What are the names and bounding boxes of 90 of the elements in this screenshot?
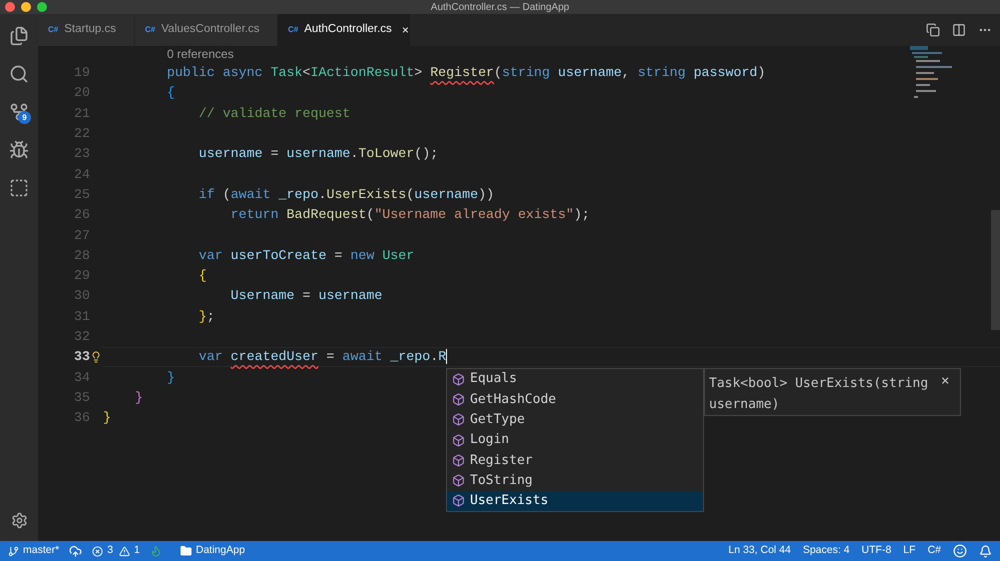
line-number: 23 — [74, 146, 90, 162]
codelens-references[interactable]: 0 references — [167, 47, 234, 61]
method-icon — [452, 474, 465, 488]
editor-tab[interactable]: C# ValuesController.cs — [135, 14, 278, 46]
status-item[interactable]: Spaces: 4 — [802, 543, 850, 559]
code-line: } — [134, 388, 143, 407]
line-number: 20 — [74, 85, 90, 100]
tab-label: ValuesController.cs — [161, 22, 260, 38]
status-item[interactable]: LF — [903, 543, 916, 559]
folder-icon — [180, 545, 192, 557]
line-number: 21 — [74, 106, 90, 121]
suggestion-item[interactable]: Equals — [447, 369, 703, 390]
method-icon — [452, 372, 465, 386]
debug-icon[interactable] — [9, 140, 29, 160]
lightbulb-icon[interactable] — [90, 351, 102, 364]
method-signature: Task<bool> UserExists(string username) — [708, 375, 930, 414]
suggestion-item[interactable]: GetHashCode — [447, 389, 703, 410]
editor-tab[interactable]: C# AuthController.cs × — [278, 14, 410, 46]
warnings-status[interactable]: 1 — [119, 543, 140, 559]
editor-tab[interactable]: C# Startup.cs — [38, 14, 135, 46]
line-number: 24 — [74, 166, 90, 182]
tab-label: Startup.cs — [64, 22, 116, 38]
code-line: { — [166, 84, 175, 102]
line-number: 22 — [74, 126, 90, 142]
branch-status[interactable]: master* — [8, 543, 60, 559]
line-number: 36 — [74, 410, 90, 426]
window-title: AuthController.cs — DatingApp — [430, 0, 570, 14]
line-number: 33 — [74, 349, 90, 364]
folder-status[interactable]: DatingApp — [180, 543, 245, 559]
line-number: 30 — [74, 288, 90, 304]
tab-label: AuthController.cs — [304, 22, 392, 38]
smiley-icon[interactable] — [953, 544, 967, 558]
suggestion-item[interactable]: UserExists — [447, 490, 703, 512]
sync-icon[interactable] — [69, 544, 82, 558]
source-control-icon[interactable] — [9, 102, 29, 122]
files-icon[interactable] — [9, 26, 29, 46]
code-line: if (await _repo.UserExists(username)) — [198, 186, 494, 204]
close-detail-button[interactable]: × — [941, 369, 950, 415]
extensions-icon[interactable] — [9, 178, 29, 198]
line-number: 29 — [74, 268, 90, 284]
method-icon — [452, 434, 465, 447]
close-window-button[interactable] — [5, 2, 15, 12]
suggestion-item[interactable]: GetType — [447, 410, 703, 430]
line-number: 32 — [74, 329, 90, 344]
line-number: 25 — [74, 186, 90, 202]
line-number: 26 — [74, 207, 90, 222]
csharp-label: C# — [288, 24, 298, 36]
method-icon — [452, 454, 465, 467]
line-number: 19 — [74, 65, 90, 80]
status-item[interactable]: UTF-8 — [862, 543, 892, 559]
code-line: var createdUser = await _repo.R — [198, 348, 448, 366]
suggestion-item[interactable]: Register — [447, 450, 703, 470]
status-item[interactable]: Ln 33, Col 44 — [728, 543, 791, 559]
settings-icon[interactable] — [10, 512, 28, 529]
zoom-window-button[interactable] — [37, 2, 47, 12]
code-line: } — [103, 409, 111, 428]
code-line: { — [198, 267, 207, 286]
search-icon[interactable] — [9, 64, 29, 84]
split-editor-icon[interactable] — [952, 23, 966, 37]
line-number: 28 — [74, 248, 90, 263]
warning-icon — [119, 546, 130, 556]
method-icon — [452, 392, 465, 406]
line-number: 31 — [74, 308, 90, 324]
scrollbar-thumb[interactable] — [991, 210, 1000, 330]
method-icon — [452, 494, 465, 508]
code-line: return BadRequest("Username already exists"); — [230, 206, 590, 224]
notification-badge: 9 — [18, 111, 31, 124]
close-tab-button[interactable]: × — [402, 21, 409, 39]
errors-status[interactable]: 3 — [92, 543, 114, 559]
method-icon — [452, 413, 465, 426]
code-line: username = username.ToLower(); — [198, 145, 438, 164]
line-number: 34 — [74, 370, 90, 385]
code-line: } — [166, 368, 175, 387]
code-line: Username = username — [230, 287, 382, 306]
code-line: // validate request — [198, 104, 350, 123]
open-changes-icon[interactable] — [926, 23, 940, 37]
suggestion-item[interactable]: ToString — [447, 470, 703, 491]
branch-icon — [8, 546, 19, 556]
line-number: 27 — [74, 228, 90, 243]
minimize-window-button[interactable] — [21, 2, 31, 12]
code-line: }; — [198, 308, 215, 326]
status-item[interactable]: C# — [928, 543, 941, 559]
code-line: var userToCreate = new User — [198, 246, 414, 265]
suggestion-item[interactable]: Login — [447, 430, 703, 450]
csharp-label: C# — [145, 24, 156, 36]
error-icon — [92, 546, 104, 556]
csharp-label: C# — [48, 24, 58, 36]
line-number: 35 — [74, 390, 90, 405]
code-line: public async Task<IActionResult> Register(string username, string password) — [166, 64, 766, 82]
bell-icon[interactable] — [979, 544, 992, 558]
